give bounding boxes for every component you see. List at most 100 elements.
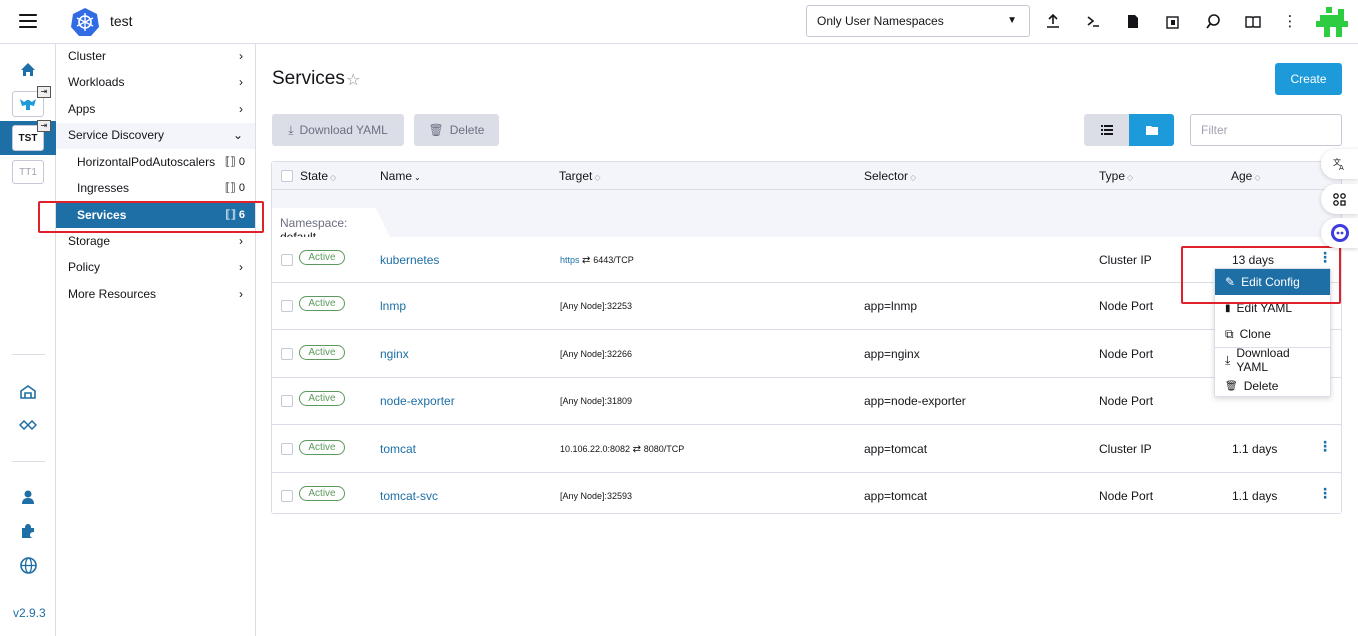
service-name-link[interactable]: lnmp	[380, 299, 406, 313]
globe-icon[interactable]	[12, 552, 44, 578]
status-badge: Active	[299, 296, 345, 311]
sidebar-item-ingresses[interactable]: Ingresses ⟦⟧ 0	[56, 175, 255, 201]
age-cell: 1.1 days	[1232, 442, 1278, 456]
search-icon[interactable]	[1203, 11, 1223, 31]
row-checkbox[interactable]	[281, 490, 293, 502]
avatar[interactable]	[1316, 7, 1348, 37]
table-row: Active lnmp [Any Node]:32253 app=lnmp No…	[272, 283, 1341, 330]
column-header-type[interactable]: Type ◇	[1099, 169, 1133, 183]
chevron-right-icon: ›	[239, 75, 243, 89]
status-badge: Active	[299, 440, 345, 455]
version-label[interactable]: v2.9.3	[13, 606, 46, 620]
virtualization-icon[interactable]	[12, 412, 44, 438]
download-yaml-button[interactable]: ⤓ Download YAML	[272, 114, 404, 146]
service-name-link[interactable]: nginx	[380, 347, 409, 361]
row-actions-icon[interactable]: ⋮	[1318, 438, 1332, 458]
nav-group-label: Policy	[68, 260, 101, 274]
filter-input[interactable]	[1190, 114, 1342, 146]
selector-cell: app=lnmp	[864, 299, 918, 313]
docs-icon[interactable]	[1243, 11, 1263, 31]
row-checkbox[interactable]	[281, 395, 293, 407]
apps-grid-icon[interactable]	[1321, 184, 1358, 214]
selector-cell: app=node-exporter	[864, 394, 966, 408]
side-nav: Cluster › Workloads › Apps › Service Dis…	[56, 44, 256, 636]
menu-item-edit-yaml[interactable]: ▮ Edit YAML	[1215, 295, 1330, 321]
namespace-group-row: Namespace: default	[272, 190, 1341, 237]
list-view-icon[interactable]	[1084, 114, 1129, 146]
target-link[interactable]: https	[560, 255, 580, 265]
extensions-icon[interactable]	[12, 518, 44, 544]
sidebar-item-hpa[interactable]: HorizontalPodAutoscalers ⟦⟧ 0	[56, 149, 255, 175]
status-badge: Active	[299, 391, 345, 406]
table-row: Active tomcat-svc [Any Node]:32593 app=t…	[272, 473, 1341, 513]
chevron-down-icon: ▼	[1007, 15, 1017, 26]
column-header-name[interactable]: Name ⌄	[380, 169, 421, 183]
row-checkbox[interactable]	[281, 300, 293, 312]
sort-icon: ◇	[330, 173, 337, 182]
copy-kubeconfig-icon[interactable]	[1163, 11, 1183, 31]
home-icon[interactable]	[12, 56, 44, 82]
menu-item-delete[interactable]: 🗑 Delete	[1215, 373, 1330, 399]
group-by-namespace-icon[interactable]	[1129, 114, 1174, 146]
nav-group-cluster[interactable]: Cluster ›	[56, 44, 255, 70]
menu-item-clone[interactable]: ⧉ Clone	[1215, 321, 1330, 347]
target-cell: https ⇄ 6443/TCP	[560, 255, 634, 266]
nav-group-label: Cluster	[68, 49, 107, 63]
nav-group-apps[interactable]: Apps ›	[56, 97, 255, 123]
more-icon[interactable]: ⋮	[1280, 11, 1300, 31]
service-name-link[interactable]: kubernetes	[380, 253, 439, 267]
column-header-selector[interactable]: Selector ◇	[864, 169, 916, 183]
upload-icon[interactable]	[1043, 11, 1063, 31]
select-all-checkbox[interactable]	[281, 170, 293, 182]
row-checkbox[interactable]	[281, 348, 293, 360]
namespace-filter-select[interactable]: Only User Namespaces ▼	[806, 5, 1030, 37]
nav-group-label: Storage	[68, 234, 111, 248]
row-actions-icon[interactable]: ⋮	[1318, 485, 1332, 505]
row-actions-icon[interactable]: ⋮	[1318, 249, 1332, 269]
selector-cell: app=tomcat	[864, 489, 928, 503]
menu-item-edit-config[interactable]: ✎ Edit Config	[1215, 269, 1330, 295]
column-header-target[interactable]: Target ◇	[559, 169, 601, 183]
nav-group-policy[interactable]: Policy ›	[56, 255, 255, 281]
menu-icon[interactable]	[19, 14, 37, 28]
column-header-age[interactable]: Age ◇	[1231, 169, 1261, 183]
chevron-right-icon: ›	[239, 49, 243, 63]
download-yaml-label: Download YAML	[299, 123, 388, 137]
cluster-rail: ⇥ TST ⇥ TT1 v2.9.3	[0, 44, 56, 636]
type-cell: Node Port	[1099, 299, 1154, 313]
nav-group-more-resources[interactable]: More Resources ›	[56, 282, 255, 308]
row-checkbox[interactable]	[281, 254, 293, 266]
column-header-state[interactable]: State ◇	[300, 169, 336, 183]
service-name-link[interactable]: tomcat-svc	[380, 489, 438, 503]
kubectl-shell-icon[interactable]	[1083, 11, 1103, 31]
create-button[interactable]: Create	[1275, 63, 1342, 95]
nav-group-storage[interactable]: Storage ›	[56, 229, 255, 255]
kubernetes-logo-icon	[71, 8, 99, 36]
translate-icon[interactable]: 文A	[1321, 149, 1358, 179]
table-row: Active kubernetes https ⇄ 6443/TCP Clust…	[272, 237, 1341, 283]
cluster-tt1-button[interactable]: TT1	[12, 160, 44, 184]
service-name-link[interactable]: node-exporter	[380, 394, 455, 408]
assistant-icon[interactable]	[1321, 218, 1358, 248]
table-row: Active tomcat 10.106.22.0:8082 ⇄ 8080/TC…	[272, 425, 1341, 473]
type-cell: Cluster IP	[1099, 253, 1152, 267]
continuous-delivery-icon[interactable]	[12, 379, 44, 405]
delete-label: Delete	[449, 123, 485, 137]
status-badge: Active	[299, 345, 345, 360]
service-name-link[interactable]: tomcat	[380, 442, 416, 456]
pin-icon[interactable]: ⇥	[37, 86, 51, 98]
delete-button[interactable]: 🗑 Delete	[414, 114, 499, 146]
star-icon[interactable]: ☆	[346, 70, 360, 90]
nav-group-service-discovery[interactable]: Service Discovery ⌄	[56, 123, 255, 149]
sidebar-item-label: Ingresses	[77, 181, 130, 195]
menu-item-download-yaml[interactable]: ⤓ Download YAML	[1215, 346, 1330, 374]
row-checkbox[interactable]	[281, 443, 293, 455]
chevron-right-icon: ›	[239, 287, 243, 301]
sidebar-item-services[interactable]: Services ⟦⟧ 6	[56, 202, 255, 228]
nav-group-workloads[interactable]: Workloads ›	[56, 70, 255, 96]
status-badge: Active	[299, 486, 345, 501]
kubeconfig-icon[interactable]	[1123, 11, 1143, 31]
users-icon[interactable]	[12, 484, 44, 510]
page-title: Services	[272, 68, 345, 89]
pin-icon[interactable]: ⇥	[37, 120, 51, 132]
